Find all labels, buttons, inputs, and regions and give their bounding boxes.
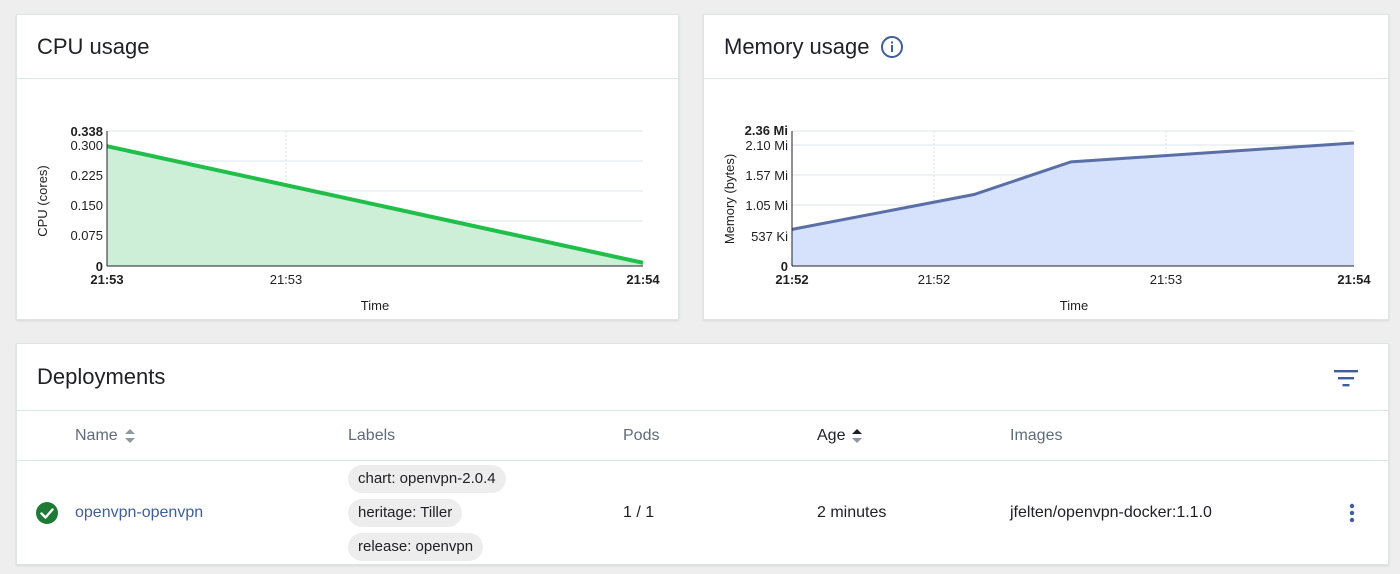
memory-y-tick: 537 Ki — [751, 229, 788, 244]
memory-y-tick: 2.10 Mi — [745, 138, 788, 153]
column-header-label: Images — [1010, 427, 1063, 444]
memory-x-tick: 21:52 — [775, 272, 808, 287]
memory-y-label: Memory (bytes) — [722, 154, 737, 244]
memory-chart: 2.36 Mi 2.10 Mi 1.57 Mi 1.05 Mi 537 Ki 0… — [722, 123, 1371, 313]
cpu-x-tick: 21:53 — [270, 272, 303, 287]
cpu-y-label: CPU (cores) — [35, 165, 50, 237]
memory-y-tick: 1.57 Mi — [745, 168, 788, 183]
cpu-y-tick: 0.225 — [70, 168, 103, 183]
age-value: 2 minutes — [817, 504, 887, 521]
deployment-name-link[interactable]: openvpn-openvpn — [75, 504, 203, 522]
info-icon[interactable] — [880, 35, 904, 59]
label-chip: heritage: Tiller — [348, 499, 463, 527]
sort-icon — [851, 427, 863, 445]
column-header-label: Name — [75, 427, 118, 444]
column-header-pods: Pods — [623, 427, 659, 445]
more-vert-icon[interactable] — [1344, 501, 1360, 525]
memory-y-tick: 2.36 Mi — [745, 123, 788, 138]
pods-value: 1 / 1 — [623, 504, 655, 521]
memory-card-header: Memory usage — [704, 15, 1388, 79]
memory-usage-card: Memory usage 2.36 Mi 2.10 Mi 1.57 Mi 1.0… — [703, 14, 1389, 320]
cpu-x-ticks: 21:53 21:53 21:54 — [90, 272, 660, 287]
filter-icon[interactable] — [1332, 366, 1360, 390]
memory-x-ticks: 21:52 21:52 21:53 21:54 — [775, 272, 1371, 287]
column-header-age[interactable]: Age — [817, 427, 863, 445]
column-header-label: Pods — [623, 427, 660, 444]
image-value: jfelten/openvpn-docker:1.1.0 — [1010, 504, 1212, 521]
memory-x-tick: 21:52 — [918, 272, 951, 287]
cpu-y-tick: 0.338 — [70, 124, 103, 139]
column-header-labels: Labels — [348, 427, 395, 445]
memory-x-label: Time — [1060, 298, 1088, 313]
cpu-y-ticks: 0.338 0.300 0.225 0.150 0.075 0 — [70, 124, 103, 274]
memory-x-tick: 21:54 — [1337, 272, 1371, 287]
cpu-card-header: CPU usage — [17, 15, 678, 79]
deployments-title: Deployments — [37, 364, 166, 389]
memory-card-title: Memory usage — [724, 33, 870, 59]
column-header-label: Labels — [348, 427, 396, 444]
column-header-name[interactable]: Name — [75, 427, 136, 445]
memory-x-tick: 21:53 — [1150, 272, 1183, 287]
memory-y-tick: 1.05 Mi — [745, 198, 788, 213]
sort-icon — [124, 427, 136, 445]
cpu-y-tick: 0.300 — [70, 138, 103, 153]
cpu-chart: 0.338 0.300 0.225 0.150 0.075 0 21:53 21… — [35, 124, 660, 313]
cpu-x-tick: 21:53 — [90, 272, 123, 287]
column-header-label: Age — [817, 427, 846, 444]
deployments-card-header: Deployments — [17, 344, 1388, 411]
cpu-card-title: CPU usage — [37, 33, 150, 59]
cpu-x-label: Time — [361, 298, 389, 313]
cpu-x-tick: 21:54 — [626, 272, 660, 287]
deployments-card: Deployments Name Labels Pods Age Images … — [16, 343, 1389, 565]
cpu-y-tick: 0.150 — [70, 198, 103, 213]
cpu-y-tick: 0.075 — [70, 228, 103, 243]
label-chip: release: openvpn — [348, 533, 484, 561]
label-chip: chart: openvpn-2.0.4 — [348, 465, 506, 493]
table-row: openvpn-openvpn chart: openvpn-2.0.4 her… — [17, 461, 1388, 565]
cpu-usage-card: CPU usage 0.338 0.300 0.225 0.150 0.075 … — [16, 14, 679, 320]
memory-y-ticks: 2.36 Mi 2.10 Mi 1.57 Mi 1.05 Mi 537 Ki 0 — [745, 123, 788, 274]
check-circle-icon — [35, 501, 59, 530]
table-header: Name Labels Pods Age Images — [17, 411, 1388, 461]
column-header-images: Images — [1010, 427, 1062, 445]
